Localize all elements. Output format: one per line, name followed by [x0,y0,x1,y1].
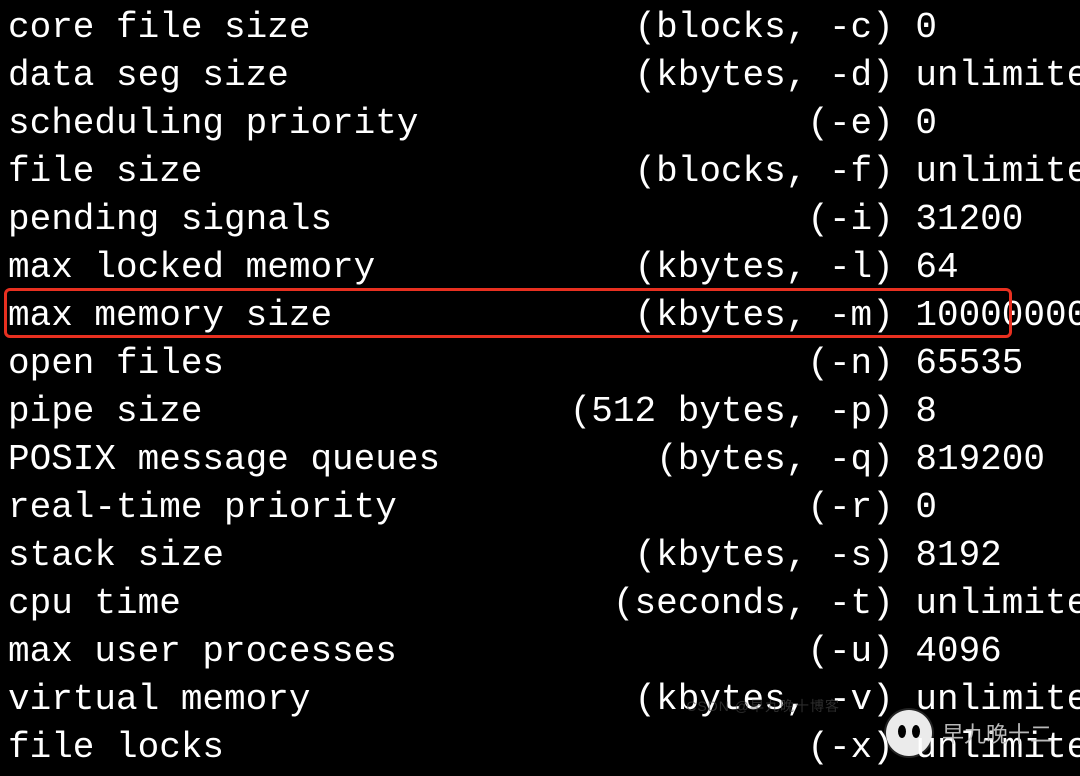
spacer [894,103,916,144]
ulimit-label: max memory size [8,295,505,336]
ulimit-unit: (seconds, -t) [505,583,894,624]
logo-text: 早九晚十二 [942,717,1052,749]
ulimit-label: max user processes [8,631,505,672]
ulimit-label: real-time priority [8,487,505,528]
ulimit-unit: (blocks, -f) [505,151,894,192]
ulimit-unit: (512 bytes, -p) [505,391,894,432]
ulimit-value: 64 [915,247,958,288]
ulimit-label: pipe size [8,391,505,432]
ulimit-row: max locked memory (kbytes, -l) 64 [8,244,1072,292]
csdn-watermark: CSDN @早九晚十博客 [686,696,840,716]
ulimit-unit: (blocks, -c) [505,7,894,48]
ulimit-value: unlimited [915,151,1080,192]
terminal-output: core file size (blocks, -c) 0data seg si… [0,0,1080,772]
logo-avatar-icon [886,710,932,756]
ulimit-label: POSIX message queues [8,439,505,480]
spacer [894,7,916,48]
spacer [894,295,916,336]
ulimit-unit: (kbytes, -l) [505,247,894,288]
ulimit-unit: (-e) [505,103,894,144]
ulimit-label: virtual memory [8,679,505,720]
ulimit-row: POSIX message queues (bytes, -q) 819200 [8,436,1072,484]
spacer [894,55,916,96]
ulimit-label: pending signals [8,199,505,240]
ulimit-row: max user processes (-u) 4096 [8,628,1072,676]
ulimit-value: 8 [915,391,937,432]
ulimit-value: 0 [915,487,937,528]
spacer [894,199,916,240]
ulimit-label: stack size [8,535,505,576]
ulimit-value: unlimited [915,55,1080,96]
ulimit-value: 0 [915,103,937,144]
ulimit-row: max memory size (kbytes, -m) 10000000 [8,292,1072,340]
ulimit-label: cpu time [8,583,505,624]
ulimit-row: pipe size (512 bytes, -p) 8 [8,388,1072,436]
ulimit-row: file size (blocks, -f) unlimited [8,148,1072,196]
ulimit-unit: (-n) [505,343,894,384]
ulimit-value: 0 [915,7,937,48]
ulimit-label: data seg size [8,55,505,96]
spacer [894,535,916,576]
ulimit-unit: (-u) [505,631,894,672]
ulimit-unit: (kbytes, -m) [505,295,894,336]
spacer [894,391,916,432]
ulimit-label: file locks [8,727,505,768]
ulimit-label: open files [8,343,505,384]
ulimit-value: 8192 [915,535,1001,576]
ulimit-unit: (-i) [505,199,894,240]
ulimit-row: scheduling priority (-e) 0 [8,100,1072,148]
spacer [894,487,916,528]
ulimit-row: pending signals (-i) 31200 [8,196,1072,244]
spacer [894,343,916,384]
ulimit-unit: (kbytes, -s) [505,535,894,576]
ulimit-value: 65535 [915,343,1023,384]
ulimit-row: stack size (kbytes, -s) 8192 [8,532,1072,580]
ulimit-unit: (-x) [505,727,894,768]
ulimit-value: 819200 [915,439,1045,480]
wechat-account-logo: 早九晚十二 [886,710,1052,756]
ulimit-row: core file size (blocks, -c) 0 [8,4,1072,52]
ulimit-value: 10000000 [915,295,1080,336]
ulimit-row: cpu time (seconds, -t) unlimited [8,580,1072,628]
spacer [894,247,916,288]
ulimit-label: core file size [8,7,505,48]
ulimit-unit: (bytes, -q) [505,439,894,480]
spacer [894,631,916,672]
ulimit-value: 31200 [915,199,1023,240]
ulimit-unit: (-r) [505,487,894,528]
ulimit-label: file size [8,151,505,192]
ulimit-row: open files (-n) 65535 [8,340,1072,388]
ulimit-value: unlimited [915,583,1080,624]
ulimit-label: scheduling priority [8,103,505,144]
spacer [894,439,916,480]
spacer [894,583,916,624]
ulimit-row: data seg size (kbytes, -d) unlimited [8,52,1072,100]
ulimit-row: real-time priority (-r) 0 [8,484,1072,532]
ulimit-label: max locked memory [8,247,505,288]
ulimit-unit: (kbytes, -d) [505,55,894,96]
spacer [894,151,916,192]
ulimit-value: 4096 [915,631,1001,672]
